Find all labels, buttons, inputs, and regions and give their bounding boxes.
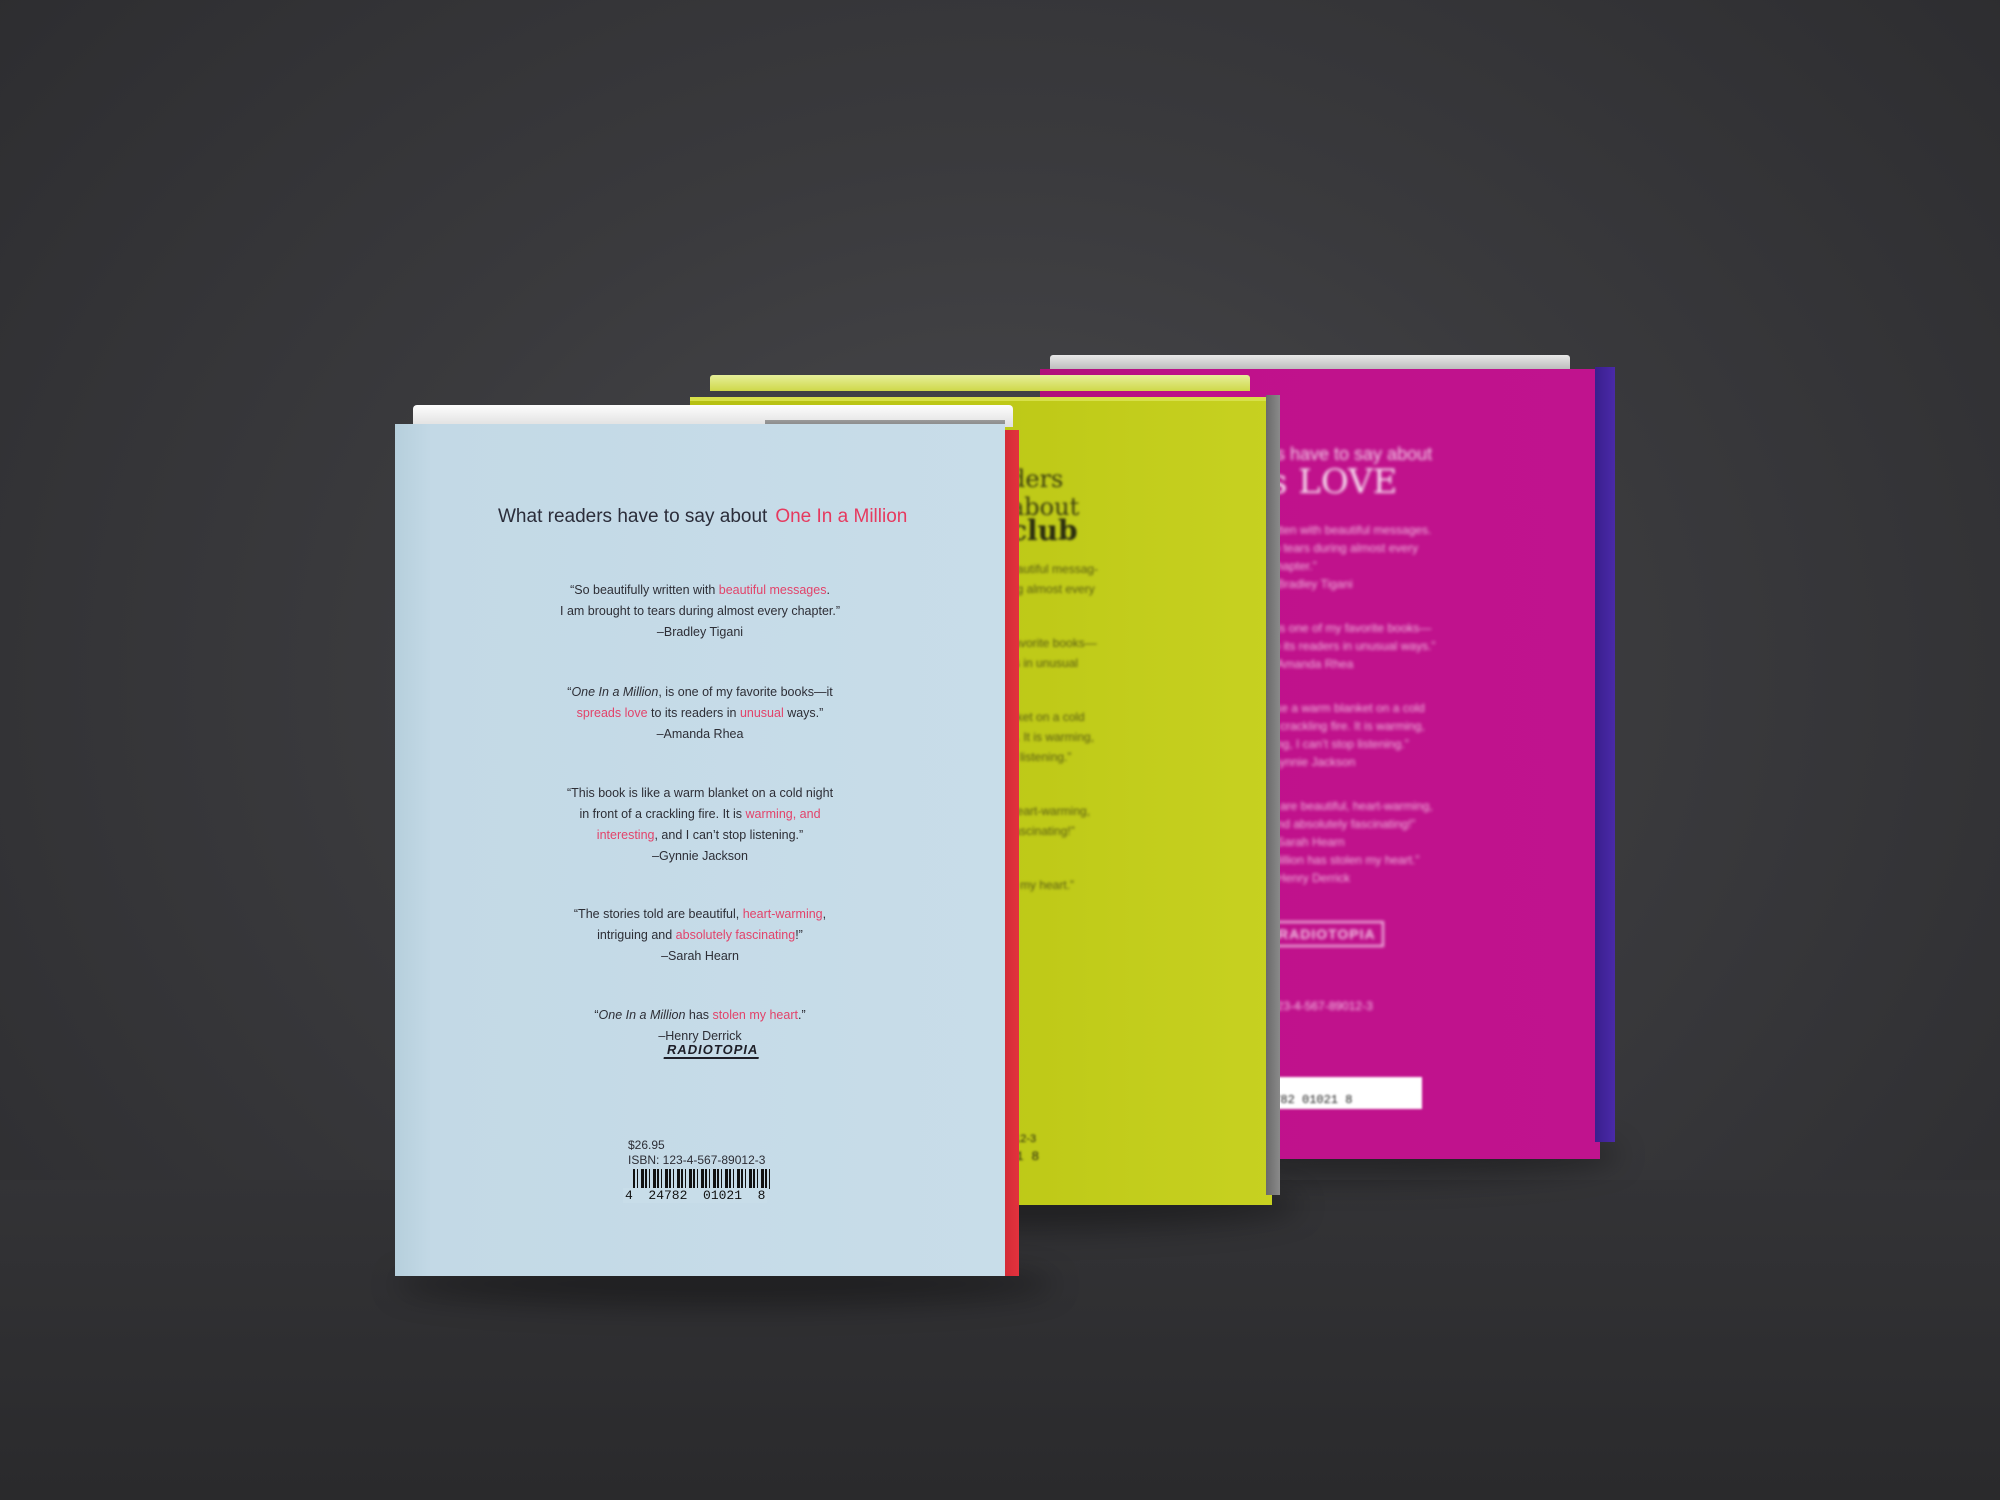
book-front-blue: What readers have to say about One In a M… bbox=[395, 400, 1035, 1280]
back-heading: rs have to say about bbox=[1270, 444, 1433, 464]
book-pages-edge bbox=[1050, 355, 1570, 369]
quote-text: “The stories told are beautiful, bbox=[573, 907, 743, 921]
book-front-cover-text: What readers have to say about One In a M… bbox=[395, 424, 1005, 1276]
quote-text: ways.” bbox=[783, 706, 824, 720]
quote-text: , is one of my favorite books—it bbox=[658, 685, 833, 699]
quote-book-title: One In a Million bbox=[571, 685, 659, 699]
back-quote: d are beautiful, heart-warming, and abso… bbox=[1270, 797, 1600, 887]
quote-line: to its readers in unusual ways.” bbox=[1270, 639, 1436, 653]
quote-text: intriguing and bbox=[597, 928, 676, 942]
quote-text: “This book is like a warm blanket on a c… bbox=[566, 786, 834, 800]
back-quote: ritten with beautiful messages. to tears… bbox=[1270, 521, 1600, 593]
quote-line: heart-warming, bbox=[1010, 804, 1091, 818]
book-pages-edge bbox=[710, 375, 1250, 391]
quote-highlight: warming, and bbox=[745, 807, 821, 821]
price-block: $26.95 ISBN: 123-4-567-89012-3 bbox=[628, 1138, 765, 1168]
middle-title: club bbox=[1010, 514, 1078, 547]
middle-quote: eautiful messag- ng almost every bbox=[1010, 559, 1280, 599]
publisher-logo: RADIOTOPIA bbox=[663, 1042, 762, 1059]
book-front-cover: What readers have to say about One In a M… bbox=[395, 424, 1005, 1276]
quote-highlight: unusual bbox=[739, 706, 784, 720]
back-quote: , is one of my favorite books— to its re… bbox=[1270, 619, 1600, 673]
quote-attribution: –Henry Derrick bbox=[1270, 871, 1351, 885]
quote-line: p listening.” bbox=[1010, 750, 1072, 764]
quote-text: . bbox=[826, 583, 830, 597]
quote-text: has bbox=[685, 1008, 713, 1022]
quote-highlight: interesting bbox=[596, 828, 655, 842]
quote-attribution: Gynnie Jackson bbox=[1270, 755, 1356, 769]
quote-text: to its readers in bbox=[647, 706, 740, 720]
quote-attribution: –Sarah Hearn bbox=[1270, 835, 1345, 849]
quote-highlight: absolutely fascinating bbox=[675, 928, 796, 942]
quote-line: favorite books— bbox=[1010, 636, 1097, 650]
review-quote: “One In a Million has stolen my heart.” … bbox=[500, 1005, 900, 1047]
quote-text: , and I can’t stop listening.” bbox=[654, 828, 804, 842]
review-quote: “The stories told are beautiful, heart-w… bbox=[500, 904, 900, 967]
quote-line: ting, I can’t stop listening.” bbox=[1270, 737, 1409, 751]
middle-heading-1: ders bbox=[1010, 465, 1064, 493]
quote-line: a crackling fire. It is warming, bbox=[1270, 719, 1425, 733]
book-title: One In a Million bbox=[775, 506, 908, 527]
quote-line: eautiful messag- bbox=[1010, 562, 1099, 576]
heading-text: What readers have to say about bbox=[498, 506, 768, 527]
quote-line: to tears during almost every bbox=[1270, 541, 1419, 555]
quote-highlight: heart-warming bbox=[742, 907, 823, 921]
quote-line: n my heart.” bbox=[1010, 878, 1075, 892]
book-back-cover-text: rs have to say about s LOVE ritten with … bbox=[1270, 445, 1600, 1015]
middle-quote: n my heart.” bbox=[1010, 875, 1280, 895]
quote-line: rs in unusual bbox=[1010, 656, 1079, 670]
quote-highlight: beautiful messages bbox=[718, 583, 827, 597]
quote-line: e. It is warming, bbox=[1010, 730, 1095, 744]
review-quote: “One In a Million, is one of my favorite… bbox=[500, 682, 900, 745]
quote-attribution: –Amanda Rhea bbox=[656, 727, 744, 741]
publisher-logo: RADIOTOPIA bbox=[1270, 921, 1384, 947]
quote-text: .” bbox=[797, 1008, 806, 1022]
quote-line: and absolutely fascinating!” bbox=[1270, 817, 1416, 831]
middle-quote: heart-warming, fascinating!” bbox=[1010, 801, 1280, 841]
quote-line: chapter.” bbox=[1270, 559, 1317, 573]
quote-highlight: stolen my heart bbox=[712, 1008, 798, 1022]
quote-book-title: One In a Million bbox=[598, 1008, 686, 1022]
back-barcode: 4782 01021 8 bbox=[1262, 1077, 1422, 1109]
book-middle-cover-text: ders about club eautiful messag- ng almo… bbox=[1010, 465, 1280, 929]
book-isbn: ISBN: 123-4-567-89012-3 bbox=[628, 1153, 766, 1167]
quote-attribution: –Gynnie Jackson bbox=[652, 849, 748, 863]
quote-attribution: –Bradley Tigani bbox=[1270, 577, 1353, 591]
barcode-bars bbox=[633, 1169, 773, 1189]
quote-line: , is one of my favorite books— bbox=[1270, 621, 1432, 635]
quote-line: Million has stolen my heart.” bbox=[1270, 853, 1420, 867]
quote-attribution: –Bradley Tigani bbox=[656, 625, 744, 639]
quote-line: fascinating!” bbox=[1010, 824, 1075, 838]
back-title: s LOVE bbox=[1270, 462, 1398, 502]
back-quote: like a warm blanket on a cold a cracklin… bbox=[1270, 699, 1600, 771]
barcode: 4 24782 01021 8 bbox=[623, 1169, 793, 1203]
review-quote: “So beautifully written with beautiful m… bbox=[500, 580, 900, 643]
quote-line: ritten with beautiful messages. bbox=[1270, 523, 1432, 537]
quote-text: , bbox=[822, 907, 827, 921]
quote-line: nket on a cold bbox=[1010, 710, 1085, 724]
quote-line: ng almost every bbox=[1010, 582, 1095, 596]
front-heading: What readers have to say about One In a M… bbox=[498, 506, 907, 528]
quote-attribution: –Sarah Hearn bbox=[661, 949, 739, 963]
quote-text: I am brought to tears during almost ever… bbox=[560, 604, 840, 618]
back-isbn: 123-4-567-89012-3 bbox=[1270, 999, 1373, 1013]
quote-attribution: –Amanda Rhea bbox=[1270, 657, 1354, 671]
review-quote: “This book is like a warm blanket on a c… bbox=[500, 783, 900, 867]
barcode-number: 4 24782 01021 8 bbox=[623, 1188, 768, 1203]
book-price: $26.95 bbox=[628, 1138, 665, 1152]
quote-text: !” bbox=[795, 928, 803, 942]
quote-text: “So beautifully written with bbox=[570, 583, 719, 597]
quote-text: in front of a crackling fire. It is bbox=[579, 807, 746, 821]
quote-line: like a warm blanket on a cold bbox=[1270, 701, 1425, 715]
middle-quote: nket on a cold e. It is warming, p liste… bbox=[1010, 707, 1280, 767]
quote-highlight: spreads love bbox=[576, 706, 648, 720]
quote-line: d are beautiful, heart-warming, bbox=[1270, 799, 1433, 813]
middle-quote: favorite books— rs in unusual bbox=[1010, 633, 1280, 673]
